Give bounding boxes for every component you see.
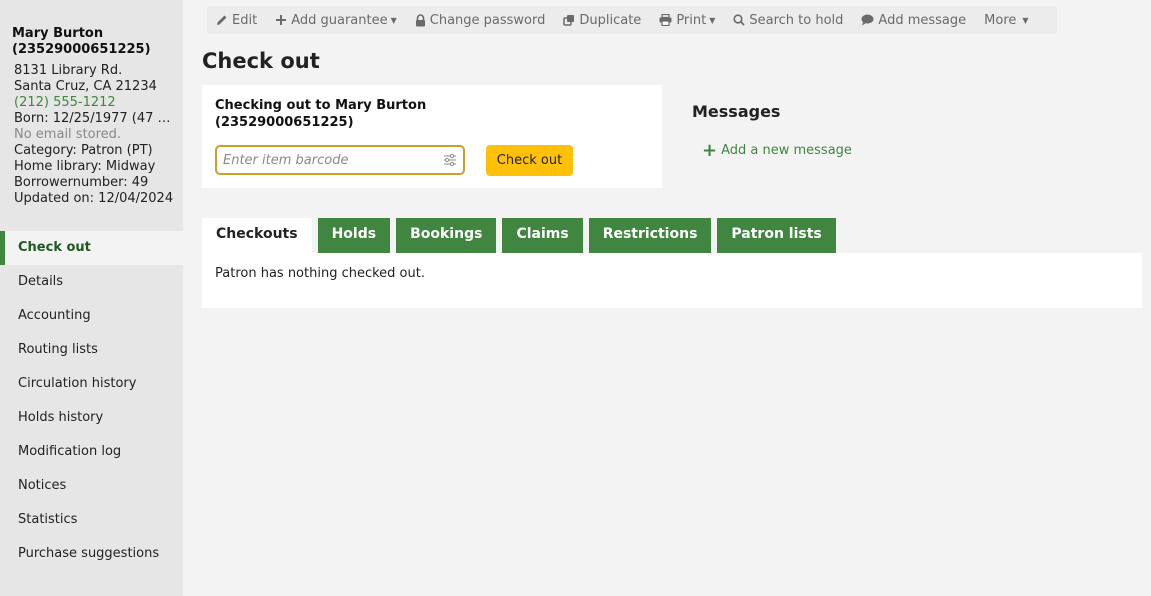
more-label: More: [984, 12, 1017, 28]
patron-info: 8131 Library Rd. Santa Cruz, CA 21234 (2…: [14, 63, 174, 207]
tab-checkouts[interactable]: Checkouts: [202, 218, 312, 253]
patron-sidebar: Mary Burton (23529000651225) 8131 Librar…: [0, 0, 183, 596]
search-to-hold-button[interactable]: Search to hold: [724, 6, 852, 34]
caret-down-icon: ▼: [390, 15, 397, 25]
search-icon: [733, 14, 746, 26]
patron-cardnumber: (23529000651225): [12, 42, 151, 57]
check-out-button[interactable]: Check out: [486, 145, 573, 176]
patron-borrowernumber: Borrowernumber: 49: [14, 175, 149, 190]
add-guarantee-button[interactable]: Add guarantee ▼: [266, 6, 406, 34]
barcode-input[interactable]: [217, 147, 437, 173]
plus-icon: [275, 14, 287, 26]
patron-phone[interactable]: (212) 555-1212: [14, 95, 174, 111]
plus-icon: +: [702, 140, 718, 161]
nav-item-purchase-suggestions[interactable]: Purchase suggestions: [0, 537, 183, 571]
nav-item-circulation-history[interactable]: Circulation history: [0, 367, 183, 401]
print-button[interactable]: Print ▼: [650, 6, 724, 34]
patron-home-library: Home library: Midway: [14, 159, 156, 174]
patron-nav: Check out Details Accounting Routing lis…: [0, 231, 183, 571]
tab-claims[interactable]: Claims: [502, 218, 583, 253]
duplicate-label: Duplicate: [579, 12, 642, 28]
checkouts-panel: Patron has nothing checked out.: [202, 253, 1142, 308]
patron-name-block: Mary Burton (23529000651225): [12, 26, 180, 58]
checkout-box: Checking out to Mary Burton (23529000651…: [202, 85, 662, 188]
add-message-button[interactable]: Add message: [852, 6, 975, 34]
change-password-label: Change password: [429, 12, 546, 28]
change-password-button[interactable]: Change password: [406, 6, 555, 34]
nav-item-statistics[interactable]: Statistics: [0, 503, 183, 537]
tab-holds[interactable]: Holds: [317, 218, 391, 253]
edit-button[interactable]: Edit: [207, 6, 266, 34]
page-title: Check out: [202, 49, 320, 73]
tab-bookings[interactable]: Bookings: [396, 218, 497, 253]
patron-category: Category: Patron (PT): [14, 143, 153, 158]
settings-sliders-icon[interactable]: [443, 153, 457, 171]
patron-email: No email stored.: [14, 127, 122, 142]
patron-address1: 8131 Library Rd.: [14, 63, 123, 78]
patron-toolbar: Edit Add guarantee ▼ Change password Dup…: [207, 6, 1057, 34]
edit-label: Edit: [232, 12, 258, 28]
circulation-tabs: Checkouts Holds Bookings Claims Restrict…: [202, 218, 842, 253]
caret-down-icon: ▼: [1022, 15, 1029, 25]
add-message-label: Add message: [878, 12, 967, 28]
pencil-icon: [216, 14, 228, 26]
patron-name: Mary Burton: [12, 26, 104, 41]
checkout-heading: Checking out to Mary Burton (23529000651…: [215, 98, 427, 130]
nav-item-notices[interactable]: Notices: [0, 469, 183, 503]
nav-item-accounting[interactable]: Accounting: [0, 299, 183, 333]
print-label: Print: [676, 12, 707, 28]
printer-icon: [659, 14, 672, 26]
copy-icon: [563, 14, 575, 26]
comment-icon: [861, 14, 874, 26]
lock-icon: [415, 13, 426, 27]
nav-item-routing-lists[interactable]: Routing lists: [0, 333, 183, 367]
more-button[interactable]: More ▼: [975, 6, 1037, 34]
patron-born: Born: 12/25/1977 (47 years): [14, 111, 174, 126]
add-guarantee-label: Add guarantee: [291, 12, 388, 28]
nav-item-holds-history[interactable]: Holds history: [0, 401, 183, 435]
barcode-field: [215, 145, 465, 175]
add-new-message-link[interactable]: + Add a new message: [702, 140, 852, 161]
patron-updated: Updated on: 12/04/2024: [14, 191, 174, 206]
nav-item-modification-log[interactable]: Modification log: [0, 435, 183, 469]
messages-title: Messages: [692, 102, 781, 121]
nav-item-details[interactable]: Details: [0, 265, 183, 299]
tab-restrictions[interactable]: Restrictions: [588, 218, 712, 253]
caret-down-icon: ▼: [709, 15, 716, 25]
empty-checkouts-message: Patron has nothing checked out.: [215, 266, 425, 281]
search-to-hold-label: Search to hold: [749, 12, 844, 28]
duplicate-button[interactable]: Duplicate: [554, 6, 650, 34]
nav-item-check-out[interactable]: Check out: [0, 231, 183, 265]
patron-address2: Santa Cruz, CA 21234: [14, 79, 157, 94]
add-new-message-label: Add a new message: [721, 143, 852, 158]
tab-patron-lists[interactable]: Patron lists: [717, 218, 836, 253]
